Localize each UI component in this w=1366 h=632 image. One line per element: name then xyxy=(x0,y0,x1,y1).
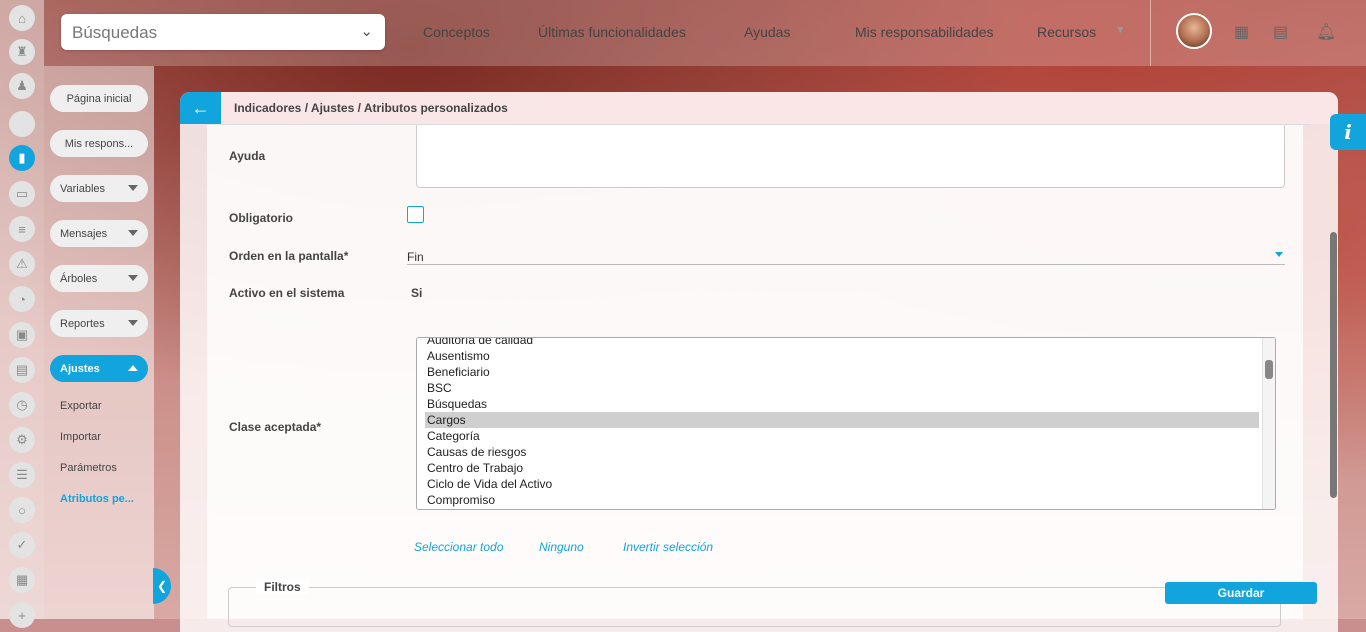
caret-up-icon xyxy=(128,365,138,371)
icon-rail: ⌂ ♜ ♟ ▮ ▭ ≡ ⚠ ◔ ▣ ▤ ◷ ⚙ ☰ ○ ✓ ▦ + xyxy=(0,0,44,628)
sidebar-item-label: Mensajes xyxy=(60,227,108,240)
caret-down-icon[interactable] xyxy=(1275,252,1283,257)
save-button[interactable]: Guardar xyxy=(1165,582,1317,604)
calendar-icon[interactable]: ▦ xyxy=(1234,22,1249,42)
sidebar-item-arboles[interactable]: Árboles xyxy=(50,265,148,292)
ayuda-textarea[interactable] xyxy=(416,125,1285,188)
list-item[interactable]: Causas de riesgos xyxy=(425,444,1259,460)
select-all-link[interactable]: Seleccionar todo xyxy=(414,540,503,554)
warning-icon[interactable]: ⚠ xyxy=(9,251,35,277)
nav-ayudas[interactable]: Ayudas xyxy=(744,24,790,40)
nav-conceptos[interactable]: Conceptos xyxy=(423,24,490,40)
orden-select[interactable]: Fin xyxy=(407,250,424,264)
sidebar-item-variables[interactable]: Variables xyxy=(50,175,148,202)
list-item[interactable]: Ausentismo xyxy=(425,348,1259,364)
sidebar-item-reportes[interactable]: Reportes xyxy=(50,310,148,337)
list-item[interactable]: Beneficiario xyxy=(425,364,1259,380)
monitor-icon[interactable]: ▭ xyxy=(9,181,35,207)
sidebar-item-label: Reportes xyxy=(60,317,105,330)
list-item[interactable]: Ciclo de Vida del Activo xyxy=(425,476,1259,492)
clase-listbox[interactable]: Auditoría de calidad Ausentismo Beneficiar… xyxy=(416,337,1276,510)
list-item[interactable]: Compromiso xyxy=(425,492,1259,508)
avatar[interactable] xyxy=(1176,13,1212,49)
select-none-link[interactable]: Ninguno xyxy=(539,540,584,554)
filtros-legend: Filtros xyxy=(256,580,309,594)
nav-ultimas-funcionalidades[interactable]: Últimas funcionalidades xyxy=(538,24,686,40)
nav-more-caret-icon[interactable]: ▼ xyxy=(1115,24,1126,36)
chevron-down-icon[interactable]: ⌄ xyxy=(360,22,373,40)
search-placeholder: Búsquedas xyxy=(72,23,158,42)
tasks-icon[interactable]: ≡ xyxy=(9,216,35,242)
gear-icon[interactable]: ⚙ xyxy=(9,427,35,453)
breadcrumb: Indicadores / Ajustes / Atributos person… xyxy=(234,101,508,115)
arrow-left-icon: ← xyxy=(191,97,210,118)
list-item[interactable]: Búsquedas xyxy=(425,396,1259,412)
list-icon[interactable]: ☰ xyxy=(9,462,35,488)
cycle-icon[interactable]: ○ xyxy=(9,497,35,523)
invert-selection-link[interactable]: Invertir selección xyxy=(623,540,713,554)
list-item[interactable]: Auditoría de calidad xyxy=(425,338,1259,348)
sidebar-item-label: Ajustes xyxy=(60,362,100,375)
orden-select-underline xyxy=(407,264,1285,265)
activo-value: Si xyxy=(411,286,423,300)
pie-chart-icon[interactable]: ◔ xyxy=(9,286,35,312)
list-item[interactable]: Centro de Trabajo xyxy=(425,460,1259,476)
pawn-icon[interactable]: ♟ xyxy=(9,73,35,99)
sidebar-item-ajustes[interactable]: Ajustes xyxy=(50,355,148,382)
clase-label: Clase aceptada* xyxy=(229,420,322,434)
obligatorio-checkbox[interactable] xyxy=(407,206,424,223)
top-separator xyxy=(1150,0,1151,66)
blank-icon[interactable] xyxy=(9,111,35,137)
map-icon[interactable]: ▤ xyxy=(9,357,35,383)
bell-icon[interactable]: 🔔︎ xyxy=(1316,22,1336,42)
listbox-scrollbar[interactable] xyxy=(1262,338,1275,509)
caret-down-icon xyxy=(128,185,138,191)
nav-recursos[interactable]: Recursos xyxy=(1037,24,1096,40)
list-item[interactable]: Cargos xyxy=(425,412,1259,428)
sidebar-item-label: Variables xyxy=(60,182,106,195)
list-item[interactable]: Categoría xyxy=(425,428,1259,444)
nav-mis-responsabilidades[interactable]: Mis responsabilidades xyxy=(855,24,994,40)
caret-down-icon xyxy=(128,230,138,236)
ayuda-label: Ayuda xyxy=(229,149,266,163)
chevron-left-icon: ❮ xyxy=(156,579,168,593)
clase-list: Auditoría de calidad Ausentismo Beneficiar… xyxy=(425,338,1259,508)
list-item[interactable]: BSC xyxy=(425,380,1259,396)
page-scrollbar[interactable] xyxy=(1330,232,1337,498)
info-button[interactable]: i xyxy=(1330,114,1366,150)
search-input[interactable]: Búsquedas ⌄ xyxy=(61,14,385,50)
back-button[interactable]: ← xyxy=(180,92,221,124)
obligatorio-label: Obligatorio xyxy=(229,211,293,225)
caret-down-icon xyxy=(128,275,138,281)
clock-icon[interactable]: ◷ xyxy=(9,392,35,418)
caret-down-icon xyxy=(128,320,138,326)
sidebar-item-mensajes[interactable]: Mensajes xyxy=(50,220,148,247)
check-icon[interactable]: ✓ xyxy=(9,532,35,558)
orden-label: Orden en la pantalla* xyxy=(229,249,349,263)
briefcase-icon[interactable]: ▣ xyxy=(9,322,35,348)
plus-icon[interactable]: + xyxy=(9,602,35,628)
chess-rook-icon[interactable]: ♜ xyxy=(9,39,35,65)
map-icon[interactable]: ▤ xyxy=(1273,22,1288,42)
sidebar-item-myresp[interactable]: Mis respons... xyxy=(50,130,148,157)
listbox-scroll-thumb[interactable] xyxy=(1265,360,1273,379)
sidebar-sub-parametros[interactable]: Parámetros xyxy=(60,462,117,474)
filtros-fieldset xyxy=(228,587,1281,627)
sidebar-item-home[interactable]: Página inicial xyxy=(50,85,148,112)
bar-chart-icon[interactable]: ▮ xyxy=(9,145,35,171)
activo-label: Activo en el sistema xyxy=(229,286,345,300)
sidebar-item-label: Árboles xyxy=(60,272,98,285)
sidebar-sub-atributos[interactable]: Atributos pe... xyxy=(60,493,134,505)
home-icon[interactable]: ⌂ xyxy=(9,5,35,31)
calendar-icon[interactable]: ▦ xyxy=(9,567,35,593)
sidebar-sub-exportar[interactable]: Exportar xyxy=(60,400,102,412)
sidebar-sub-importar[interactable]: Importar xyxy=(60,431,101,443)
